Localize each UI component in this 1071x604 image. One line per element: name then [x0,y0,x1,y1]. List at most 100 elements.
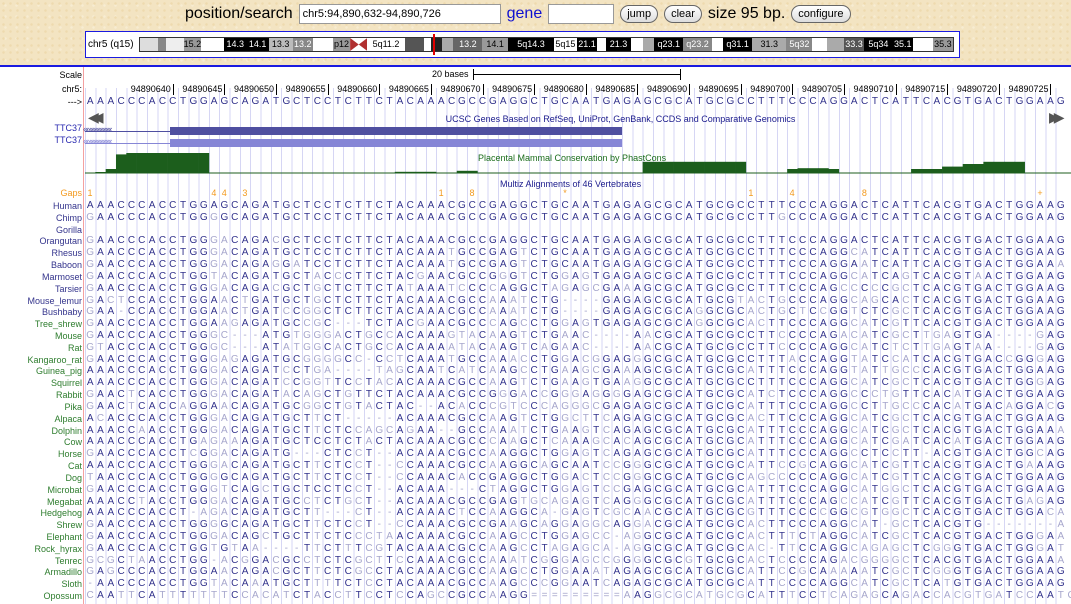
gene-link[interactable]: gene [507,5,543,23]
species-label[interactable]: Alpaca [54,414,82,424]
ideogram-band[interactable] [166,38,184,51]
ideogram-band[interactable]: q31.1 [723,38,753,51]
ideogram-band[interactable]: 5q34 [864,38,893,51]
ideogram-band[interactable]: 14.1 [482,38,509,51]
species-label[interactable]: Bushbaby [42,307,82,317]
base: G [199,294,208,306]
species-label[interactable]: Orangutan [39,236,82,246]
species-label[interactable]: Armadillo [44,567,82,577]
species-label[interactable]: Pika [64,402,82,412]
ideogram-band[interactable] [140,38,158,51]
ideogram-band[interactable] [812,38,827,51]
base: C [334,270,342,282]
ideogram-band[interactable]: 13.3 [268,38,293,51]
base: C [117,247,125,259]
species-label[interactable]: Shrew [56,520,82,530]
base: - [253,341,258,353]
chromosome-ideogram[interactable]: chr5 (q15) 15.2 14.3 14.1 13.3 13.2 p12 5q11.2… [85,31,960,58]
ideogram-band[interactable]: 13.2 [453,38,483,51]
ideogram-band[interactable] [430,38,442,51]
multiz-track-title[interactable]: Multiz Alignments of 46 Vertebrates [500,179,641,189]
ideogram-bands[interactable]: 15.2 14.3 14.1 13.3 13.2 p12 5q11.2 13.2 14.1 5q1… [139,34,954,55]
base: G [664,330,673,342]
ideogram-band[interactable]: 14.3 [223,38,247,51]
ideogram-band[interactable]: q23.2 [683,38,712,51]
species-label[interactable]: Rhesus [51,248,82,258]
ideogram-band[interactable] [442,38,454,51]
species-label[interactable]: Baboon [51,260,82,270]
ideogram-band[interactable]: 35.1 [892,38,913,51]
species-label[interactable]: Dolphin [51,426,82,436]
species-label[interactable]: Cat [68,461,82,471]
ideogram-band[interactable] [200,38,224,51]
gene-exon-block[interactable] [169,139,622,147]
ideogram-band[interactable] [350,38,368,51]
species-label[interactable]: Opossum [43,591,82,601]
species-label[interactable]: Rabbit [56,390,82,400]
jump-button[interactable]: jump [620,5,659,23]
ideogram-band[interactable] [711,38,724,51]
ideogram-band[interactable] [404,38,424,51]
ideogram-band[interactable] [912,38,933,51]
species-label[interactable]: Elephant [46,532,82,542]
ideogram-band[interactable]: 21.1 [576,38,598,51]
ideogram-band[interactable]: 5q15 [553,38,577,51]
ideogram-band[interactable]: q23.1 [654,38,684,51]
species-label[interactable]: Horse [58,449,82,459]
tick-label: 94890725 [1008,84,1049,94]
base: C [313,247,321,259]
species-label[interactable]: Human [53,201,82,211]
species-label[interactable]: Marmoset [42,272,82,282]
ideogram-band[interactable] [642,38,655,51]
gene-track-title[interactable]: UCSC Genes Based on RefSeq, UniProt, Gen… [0,114,1071,124]
clear-button[interactable]: clear [664,5,702,23]
gene-label-2[interactable]: TTC37 [54,135,82,145]
species-label[interactable]: Gorilla [56,225,82,235]
position-search-input[interactable] [298,4,501,24]
conservation-graph[interactable] [85,152,1071,174]
base: T [882,365,889,377]
configure-button[interactable]: configure [791,5,851,23]
ideogram-band[interactable]: 13.2 [292,38,313,51]
species-label[interactable]: Guinea_pig [36,366,82,376]
species-label[interactable]: Sloth [61,579,82,589]
gene-exon-block[interactable] [169,127,622,135]
ideogram-band[interactable]: 5q11.2 [367,38,405,51]
base: G [189,270,198,282]
species-label[interactable]: Tree_shrew [35,319,82,329]
ideogram-band[interactable]: 33.3 [843,38,864,51]
base: C [809,389,817,401]
species-label[interactable]: Tenrec [55,556,82,566]
species-label[interactable]: Dog [65,473,82,483]
species-label[interactable]: Chimp [56,213,82,223]
ideogram-band[interactable] [423,38,431,51]
species-label[interactable]: Rat [68,343,82,353]
ideogram-band[interactable]: 15.2 [183,38,201,51]
species-label[interactable]: Kangaroo_rat [27,355,82,365]
base: C [293,235,301,247]
base: C [922,306,931,318]
species-label[interactable]: Rock_hyrax [34,544,82,554]
species-label[interactable]: Cow [64,437,82,447]
gene-label-1[interactable]: TTC37 [54,123,82,133]
ideogram-band[interactable] [157,38,167,51]
species-label[interactable]: Squirrel [51,378,82,388]
ideogram-band[interactable]: 35.3 [932,38,953,51]
species-label[interactable]: Mouse [55,331,82,341]
ideogram-band[interactable]: 5q32 [786,38,813,51]
ideogram-band[interactable] [597,38,606,51]
ideogram-band[interactable]: 31.3 [752,38,787,51]
ideogram-band[interactable] [631,38,643,51]
species-label[interactable]: Mouse_lemur [27,296,82,306]
species-label[interactable]: Tarsier [55,284,82,294]
ideogram-band[interactable] [826,38,844,51]
ideogram-band[interactable]: 14.1 [246,38,269,51]
ideogram-band[interactable]: 21.3 [605,38,632,51]
species-label[interactable]: Megabat [47,497,82,507]
species-label[interactable]: Microbat [47,485,82,495]
ideogram-band[interactable] [312,38,333,51]
ideogram-band[interactable]: 5q14.3 [508,38,554,51]
species-label[interactable]: Hedgehog [40,508,82,518]
ideogram-band[interactable]: p12 [332,38,351,51]
gene-input[interactable] [548,4,615,24]
